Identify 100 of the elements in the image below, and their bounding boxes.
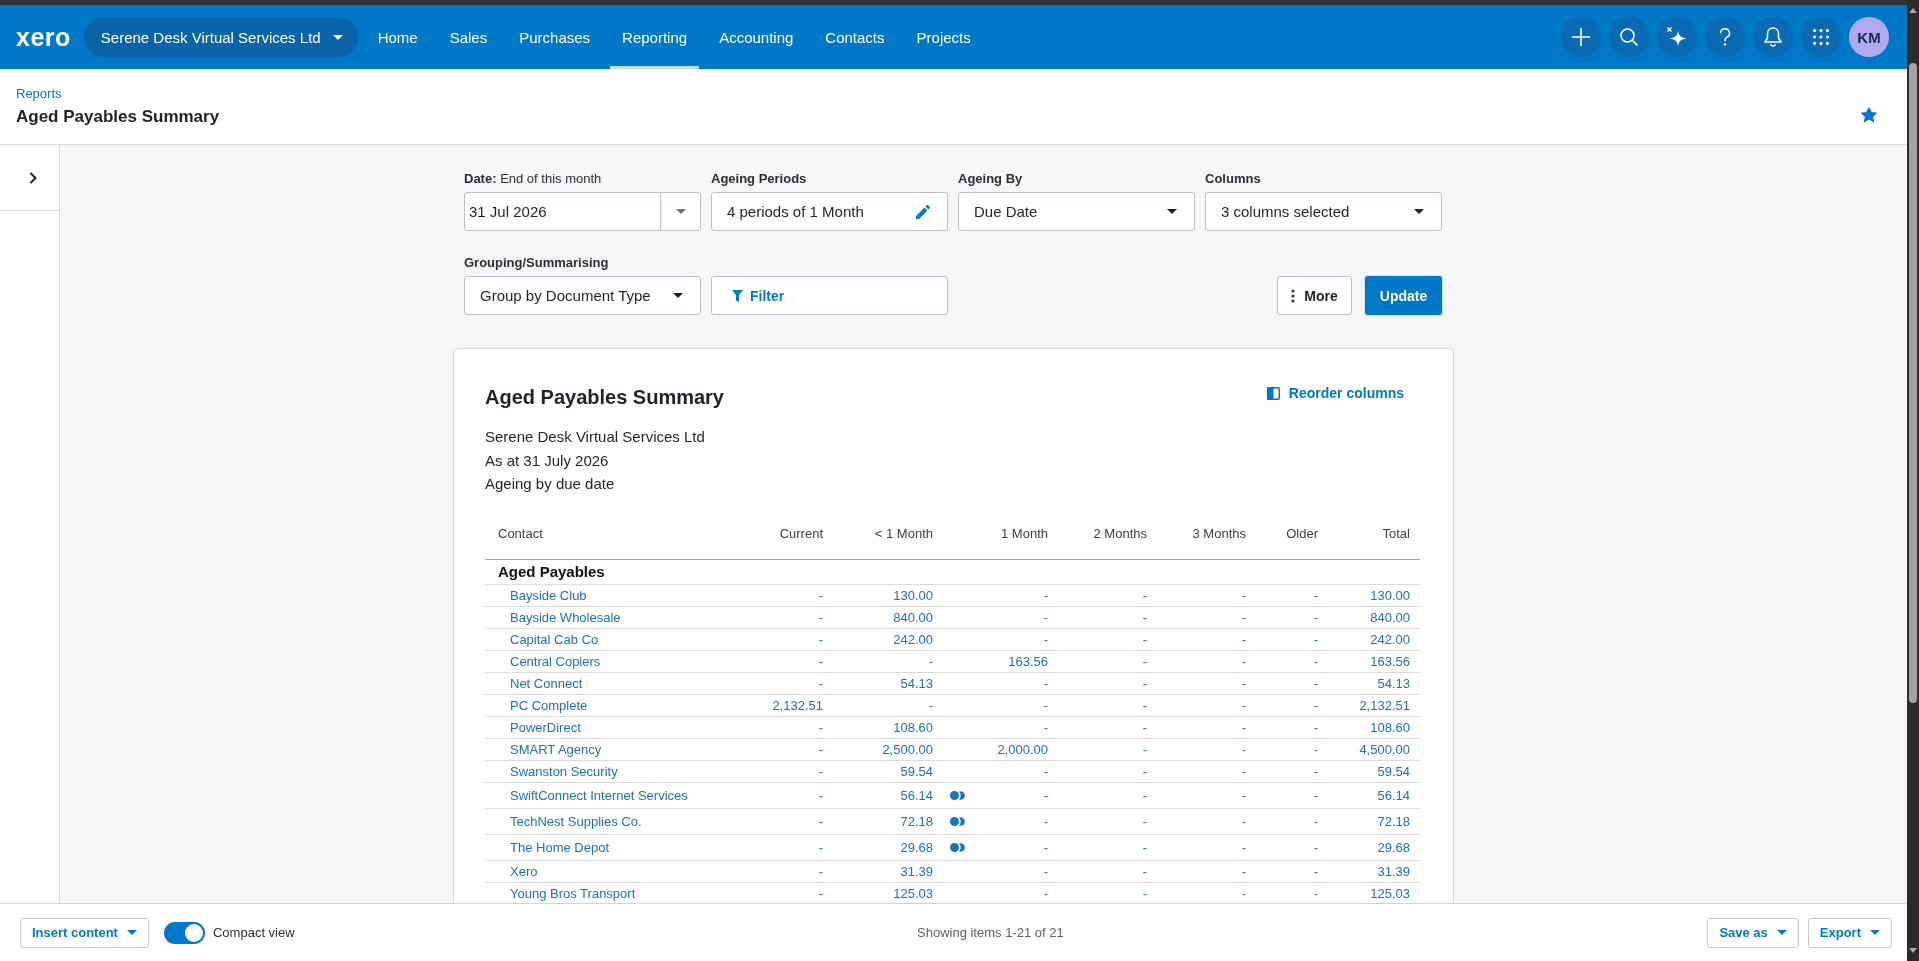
amount-link[interactable]: - bbox=[928, 653, 933, 669]
amount-link[interactable]: 31.39 bbox=[1377, 863, 1410, 879]
amount-link[interactable]: - bbox=[1241, 741, 1246, 757]
amount-link[interactable]: - bbox=[818, 653, 823, 669]
amount-link[interactable]: - bbox=[1313, 653, 1318, 669]
contact-link[interactable]: Young Bros Transport bbox=[510, 885, 636, 901]
contact-link[interactable]: Bayside Wholesale bbox=[510, 609, 621, 625]
scrollbar-thumb[interactable] bbox=[1909, 63, 1917, 703]
amount-link[interactable]: - bbox=[1043, 587, 1048, 603]
amount-link[interactable]: - bbox=[818, 631, 823, 647]
amount-link[interactable]: - bbox=[818, 763, 823, 779]
amount-link[interactable]: - bbox=[1241, 839, 1246, 855]
contact-link[interactable]: Capital Cab Co bbox=[510, 631, 599, 647]
amount-link[interactable]: - bbox=[818, 839, 823, 855]
amount-link[interactable]: - bbox=[1142, 675, 1147, 691]
contact-link[interactable]: Net Connect bbox=[510, 675, 583, 691]
amount-link[interactable]: - bbox=[1142, 885, 1147, 901]
date-field[interactable]: 31 Jul 2026 bbox=[464, 192, 701, 231]
amount-link[interactable]: - bbox=[1241, 631, 1246, 647]
amount-link[interactable]: 163.56 bbox=[1370, 653, 1410, 669]
amount-link[interactable]: - bbox=[1142, 631, 1147, 647]
export-button[interactable]: Export bbox=[1807, 917, 1892, 948]
amount-link[interactable]: - bbox=[1313, 587, 1318, 603]
amount-link[interactable]: - bbox=[1142, 719, 1147, 735]
update-button[interactable]: Update bbox=[1365, 276, 1442, 315]
amount-link[interactable]: - bbox=[1043, 839, 1048, 855]
amount-link[interactable]: 108.60 bbox=[1370, 719, 1410, 735]
add-button[interactable] bbox=[1561, 17, 1601, 57]
contact-link[interactable]: Bayside Club bbox=[510, 587, 587, 603]
amount-link[interactable]: - bbox=[1313, 609, 1318, 625]
amount-link[interactable]: 2,132.51 bbox=[1359, 697, 1410, 713]
amount-link[interactable]: 242.00 bbox=[1370, 631, 1410, 647]
logo[interactable]: xero bbox=[16, 24, 71, 50]
insert-content-button[interactable]: Insert content bbox=[20, 917, 149, 948]
amount-link[interactable]: - bbox=[1241, 787, 1246, 803]
amount-link[interactable]: - bbox=[1142, 653, 1147, 669]
amount-link[interactable]: 840.00 bbox=[893, 609, 933, 625]
amount-link[interactable]: - bbox=[1043, 631, 1048, 647]
nav-tab[interactable]: Accounting bbox=[707, 5, 806, 69]
amount-link[interactable]: 163.56 bbox=[1008, 653, 1048, 669]
amount-link[interactable]: 840.00 bbox=[1370, 609, 1410, 625]
amount-link[interactable]: - bbox=[1313, 787, 1318, 803]
ageing-by-dropdown[interactable]: Due Date bbox=[958, 192, 1195, 231]
amount-link[interactable]: - bbox=[1142, 741, 1147, 757]
amount-link[interactable]: - bbox=[1043, 697, 1048, 713]
amount-link[interactable]: - bbox=[1043, 863, 1048, 879]
help-button[interactable] bbox=[1705, 17, 1745, 57]
amount-link[interactable]: - bbox=[1241, 813, 1246, 829]
amount-link[interactable]: 59.54 bbox=[900, 763, 933, 779]
amount-link[interactable]: - bbox=[1313, 813, 1318, 829]
amount-link[interactable]: - bbox=[1043, 719, 1048, 735]
chevron-right-icon[interactable] bbox=[28, 171, 37, 184]
amount-link[interactable]: 125.03 bbox=[1370, 885, 1410, 901]
amount-link[interactable]: - bbox=[1142, 813, 1147, 829]
reorder-columns-button[interactable]: Reorder columns bbox=[1266, 385, 1404, 401]
amount-link[interactable]: - bbox=[1142, 839, 1147, 855]
scroll-down-arrow-icon[interactable] bbox=[1909, 948, 1917, 953]
amount-link[interactable]: 54.13 bbox=[1377, 675, 1410, 691]
amount-link[interactable]: - bbox=[1043, 675, 1048, 691]
amount-link[interactable]: - bbox=[1313, 839, 1318, 855]
amount-link[interactable]: - bbox=[818, 609, 823, 625]
nav-tab[interactable]: Purchases bbox=[507, 5, 603, 69]
filter-button[interactable]: Filter bbox=[711, 276, 948, 315]
amount-link[interactable]: - bbox=[818, 587, 823, 603]
save-as-button[interactable]: Save as bbox=[1707, 917, 1799, 948]
amount-link[interactable]: - bbox=[818, 863, 823, 879]
contact-link[interactable]: Swanston Security bbox=[510, 763, 618, 779]
amount-link[interactable]: - bbox=[1043, 763, 1048, 779]
amount-link[interactable]: 29.68 bbox=[1377, 839, 1410, 855]
amount-link[interactable]: - bbox=[1142, 609, 1147, 625]
contact-link[interactable]: SwiftConnect Internet Services bbox=[510, 787, 688, 803]
amount-link[interactable]: - bbox=[1142, 787, 1147, 803]
amount-link[interactable]: - bbox=[1313, 719, 1318, 735]
contact-link[interactable]: The Home Depot bbox=[510, 839, 609, 855]
amount-link[interactable]: 56.14 bbox=[900, 787, 933, 803]
amount-link[interactable]: - bbox=[1142, 863, 1147, 879]
amount-link[interactable]: - bbox=[1241, 587, 1246, 603]
apps-button[interactable] bbox=[1801, 17, 1841, 57]
amount-link[interactable]: - bbox=[1241, 885, 1246, 901]
contact-link[interactable]: PowerDirect bbox=[510, 719, 581, 735]
amount-link[interactable]: - bbox=[1313, 863, 1318, 879]
amount-link[interactable]: - bbox=[928, 697, 933, 713]
amount-link[interactable]: 56.14 bbox=[1377, 787, 1410, 803]
ageing-periods-field[interactable]: 4 periods of 1 Month bbox=[711, 192, 948, 231]
amount-link[interactable]: - bbox=[818, 675, 823, 691]
amount-link[interactable]: 130.00 bbox=[893, 587, 933, 603]
amount-link[interactable]: - bbox=[1241, 609, 1246, 625]
ai-assistant-button[interactable] bbox=[1657, 17, 1697, 57]
amount-link[interactable]: - bbox=[1313, 675, 1318, 691]
nav-tab[interactable]: Home bbox=[365, 5, 430, 69]
amount-link[interactable]: - bbox=[1241, 719, 1246, 735]
star-icon[interactable] bbox=[1861, 107, 1877, 123]
amount-link[interactable]: - bbox=[1313, 631, 1318, 647]
amount-link[interactable]: - bbox=[1142, 697, 1147, 713]
amount-link[interactable]: - bbox=[1241, 675, 1246, 691]
amount-link[interactable]: - bbox=[818, 787, 823, 803]
amount-link[interactable]: - bbox=[1241, 763, 1246, 779]
nav-tab[interactable]: Sales bbox=[437, 5, 500, 69]
amount-link[interactable]: - bbox=[1313, 741, 1318, 757]
amount-link[interactable]: - bbox=[1142, 763, 1147, 779]
